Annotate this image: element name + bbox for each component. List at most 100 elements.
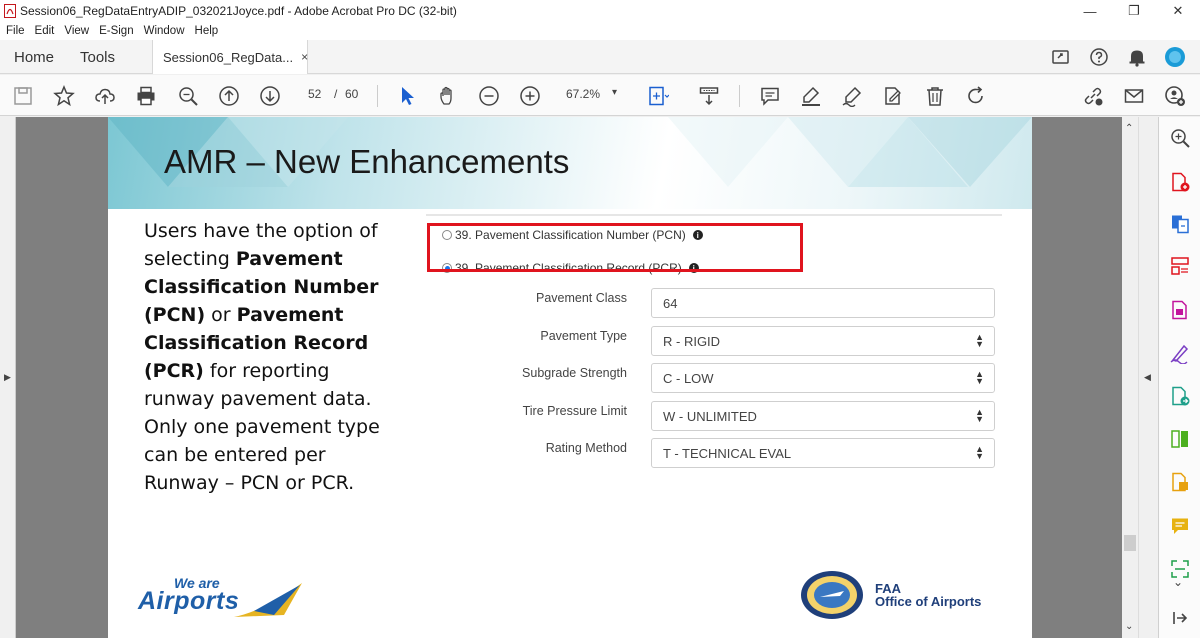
trash-delete-icon[interactable] — [922, 83, 948, 109]
collapse-pane-icon[interactable] — [1169, 607, 1191, 629]
zoom-level-dropdown[interactable]: 67.2% — [566, 87, 600, 101]
tab-document[interactable]: Session06_RegData... × — [152, 40, 308, 74]
sign-pen-icon[interactable] — [839, 83, 865, 109]
compare-files-icon[interactable] — [1169, 428, 1191, 450]
email-envelope-icon[interactable] — [1121, 83, 1147, 109]
export-pdf-icon[interactable] — [1169, 385, 1191, 407]
zoom-out-icon[interactable] — [476, 83, 502, 109]
pdf-page: AMR – New Enhancements Users have the op… — [108, 117, 1032, 638]
main-toolbar: 52 / 60 67.2% ▾ — [0, 75, 1200, 116]
subgrade-strength-value: C - LOW — [663, 370, 714, 386]
slide-body-text: Users have the option of selecting Pavem… — [144, 217, 394, 497]
zoom-search-icon[interactable] — [1169, 127, 1191, 149]
fill-sign-icon[interactable] — [1169, 342, 1191, 365]
scrollbar-thumb[interactable] — [1124, 535, 1136, 551]
collapse-right-panel-icon[interactable]: ◀ — [1144, 372, 1151, 383]
scroll-up-icon[interactable]: ⌃ — [1125, 123, 1133, 134]
window-title: Session06_RegDataEntryADIP_032021Joyce.p… — [20, 4, 457, 18]
search-zoom-icon[interactable] — [175, 83, 201, 109]
edit-document-icon[interactable] — [880, 83, 906, 109]
right-panel-collapse-rail[interactable]: ◀ — [1138, 117, 1158, 638]
rating-method-select[interactable]: T - TECHNICAL EVAL ▲ ▼ — [651, 438, 995, 468]
tab-bar: Home Tools Session06_RegData... × — [0, 40, 1200, 74]
edit-pdf-icon[interactable] — [1169, 299, 1191, 321]
select-updown-icon: ▲ ▼ — [975, 332, 984, 349]
fit-page-icon[interactable] — [645, 83, 671, 109]
office-of-airports-text: Office of Airports — [875, 594, 982, 609]
menu-help[interactable]: Help — [195, 25, 219, 37]
comment-icon[interactable] — [757, 83, 783, 109]
link-share-icon[interactable] — [1080, 83, 1106, 109]
comment-tool-icon[interactable] — [1169, 515, 1191, 537]
tab-tools[interactable]: Tools — [80, 40, 115, 74]
hand-pan-icon[interactable] — [435, 83, 461, 109]
subgrade-strength-label: Subgrade Strength — [522, 366, 627, 380]
zoom-in-icon[interactable] — [517, 83, 543, 109]
logo-airports-text: Airports — [138, 587, 240, 615]
rating-method-label: Rating Method — [545, 441, 627, 455]
zoom-chevron-down-icon[interactable]: ▾ — [612, 87, 617, 98]
title-bar: Session06_RegDataEntryADIP_032021Joyce.p… — [0, 0, 1200, 22]
close-tab-icon[interactable]: × — [301, 50, 308, 64]
vertical-scrollbar[interactable]: ⌃ ⌄ — [1122, 117, 1138, 638]
menu-file[interactable]: File — [6, 25, 25, 37]
page-number-input[interactable]: 52 — [308, 87, 321, 101]
slide-title: AMR – New Enhancements — [164, 143, 570, 180]
expand-left-panel-icon[interactable]: ▶ — [4, 372, 11, 383]
acrobat-pdf-icon — [4, 4, 16, 18]
next-page-icon[interactable] — [257, 83, 283, 109]
page-total: 60 — [345, 87, 359, 101]
tire-pressure-value: W - UNLIMITED — [663, 408, 757, 424]
we-are-airports-logo: We are Airports — [138, 575, 308, 623]
upload-cloud-icon[interactable] — [92, 83, 118, 109]
rating-method-value: T - TECHNICAL EVAL — [663, 445, 792, 461]
highlight-pen-icon[interactable] — [798, 83, 824, 109]
help-icon[interactable] — [1088, 46, 1110, 68]
left-panel-rail[interactable]: ▶ — [0, 117, 16, 638]
create-pdf-icon[interactable] — [1169, 171, 1191, 193]
scroll-down-icon[interactable]: ⌄ — [1125, 621, 1133, 632]
previous-page-icon[interactable] — [216, 83, 242, 109]
pavement-type-value: R - RIGID — [663, 333, 721, 349]
pavement-class-input[interactable]: 64 — [651, 288, 995, 318]
subgrade-strength-select[interactable]: C - LOW ▲ ▼ — [651, 363, 995, 393]
share-screen-icon[interactable] — [1050, 46, 1072, 68]
select-updown-icon: ▲ ▼ — [975, 369, 984, 386]
right-tools-pane: ⌄ — [1158, 117, 1200, 638]
select-updown-icon: ▲ ▼ — [975, 444, 984, 461]
scroll-mode-icon[interactable] — [696, 83, 722, 109]
pavement-type-label: Pavement Type — [540, 329, 627, 343]
menu-window[interactable]: Window — [144, 25, 185, 37]
add-user-icon[interactable] — [1162, 83, 1188, 109]
save-icon[interactable] — [10, 83, 36, 109]
rotate-icon[interactable] — [963, 83, 989, 109]
pavement-type-select[interactable]: R - RIGID ▲ ▼ — [651, 326, 995, 356]
page-separator: / — [334, 87, 338, 101]
select-cursor-icon[interactable] — [394, 83, 420, 109]
red-highlight-box — [427, 223, 803, 272]
tire-pressure-label: Tire Pressure Limit — [522, 404, 627, 418]
tire-pressure-select[interactable]: W - UNLIMITED ▲ ▼ — [651, 401, 995, 431]
send-for-review-icon[interactable] — [1169, 471, 1191, 493]
restore-button[interactable]: ❐ — [1112, 0, 1156, 22]
pavement-class-value: 64 — [663, 295, 678, 311]
menu-edit[interactable]: Edit — [35, 25, 55, 37]
menu-esign[interactable]: E-Sign — [99, 25, 134, 37]
bookmark-star-icon[interactable] — [51, 83, 77, 109]
body-text-part: or — [205, 304, 237, 326]
organize-pages-icon[interactable] — [1169, 255, 1191, 277]
minimize-button[interactable]: — — [1068, 0, 1112, 22]
tab-document-label: Session06_RegData... — [163, 49, 294, 65]
combine-files-icon[interactable] — [1169, 213, 1191, 235]
close-window-button[interactable]: ✕ — [1156, 0, 1200, 22]
faa-seal-logo — [800, 570, 864, 620]
profile-avatar-icon[interactable] — [1164, 46, 1186, 68]
notifications-bell-icon[interactable] — [1126, 46, 1148, 68]
print-icon[interactable] — [133, 83, 159, 109]
menu-bar: File Edit View E-Sign Window Help — [0, 22, 1200, 40]
tab-home[interactable]: Home — [14, 40, 54, 74]
more-tools-chevron-down-icon[interactable]: ⌄ — [1173, 575, 1195, 597]
pavement-class-label: Pavement Class — [535, 291, 627, 305]
select-updown-icon: ▲ ▼ — [975, 407, 984, 424]
menu-view[interactable]: View — [64, 25, 89, 37]
